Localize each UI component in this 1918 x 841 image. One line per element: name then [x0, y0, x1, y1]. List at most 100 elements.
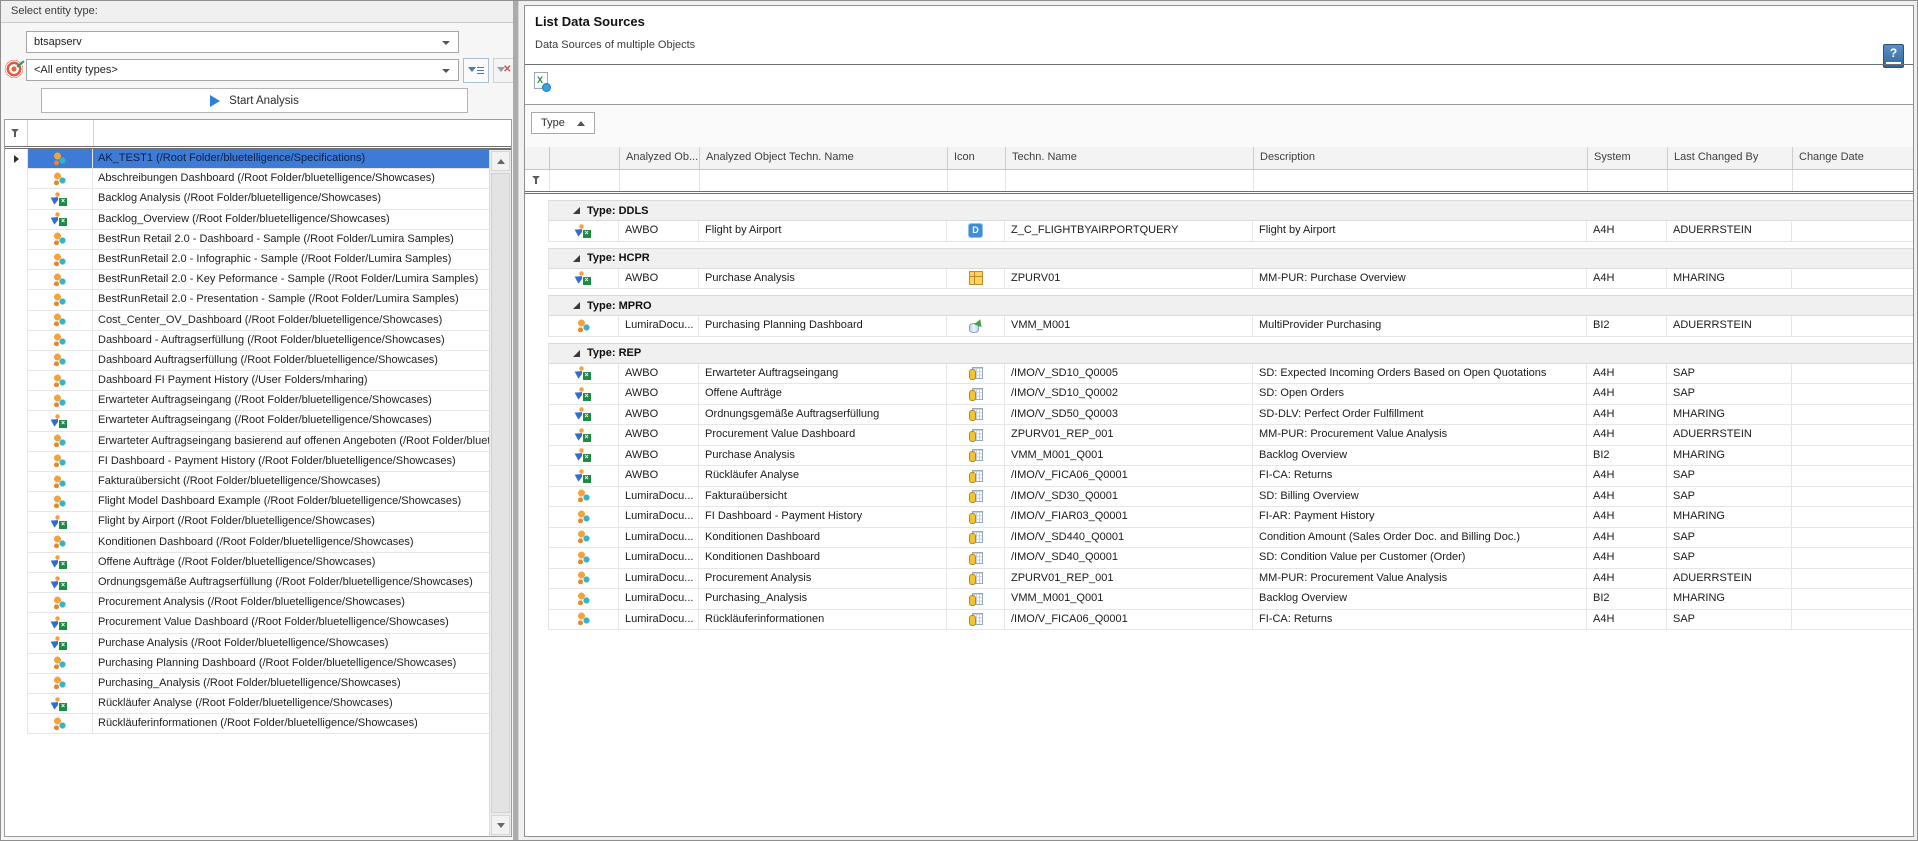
group-header-row[interactable]: Type: MPRO [525, 295, 1913, 316]
table-row[interactable]: AWBO Flight by Airport Z_C_FLIGHTBYAIRPO… [525, 221, 1913, 242]
entity-list-item[interactable]: Purchasing_Analysis (/Root Folder/bluete… [5, 674, 511, 694]
table-row[interactable]: AWBO Ordnungsgemäße Auftragserfüllung /I… [525, 405, 1913, 426]
entity-list-item[interactable]: Procurement Value Dashboard (/Root Folde… [5, 613, 511, 633]
filter-cell-icon[interactable] [28, 120, 94, 146]
entity-list-item[interactable]: Erwarteter Auftragseingang (/Root Folder… [5, 391, 511, 411]
table-row[interactable]: LumiraDocu... Konditionen Dashboard /IMO… [525, 528, 1913, 549]
entity-list-item[interactable]: AK_TEST1 (/Root Folder/bluetelligence/Sp… [5, 149, 511, 169]
cell-analyzed-object-name: Purchasing Planning Dashboard [699, 316, 947, 337]
group-header-row[interactable]: Type: REP [525, 343, 1913, 364]
entity-list-item[interactable]: Cost_Center_OV_Dashboard (/Root Folder/b… [5, 311, 511, 331]
entity-list-scrollbar[interactable] [489, 150, 511, 836]
cell-last-changed-by: MHARING [1667, 507, 1792, 528]
entity-list-item[interactable]: Erwarteter Auftragseingang (/Root Folder… [5, 411, 511, 431]
table-row[interactable]: AWBO Purchase Analysis VMM_M001_Q001 Bac… [525, 446, 1913, 467]
filter-cell[interactable] [1006, 170, 1254, 191]
entity-list-item[interactable]: Purchase Analysis (/Root Folder/bluetell… [5, 634, 511, 654]
group-header-row[interactable]: Type: HCPR [525, 248, 1913, 269]
column-header[interactable]: System [1588, 147, 1668, 169]
group-by-type-chip[interactable]: Type [531, 112, 595, 134]
column-header[interactable]: Description [1254, 147, 1588, 169]
filter-cell[interactable] [1793, 170, 1913, 191]
column-header[interactable]: Analyzed Ob... [620, 147, 700, 169]
group-by-panel[interactable]: Type [525, 105, 1913, 147]
table-filter-row[interactable] [525, 170, 1913, 191]
group-header-row[interactable]: Type: DDLS [525, 200, 1913, 221]
table-row[interactable]: LumiraDocu... Rückläuferinformationen /I… [525, 610, 1913, 631]
scroll-up-button[interactable] [491, 151, 510, 171]
table-row[interactable]: LumiraDocu... Procurement Analysis ZPURV… [525, 569, 1913, 590]
entity-list-item[interactable]: BestRunRetail 2.0 - Infographic - Sample… [5, 250, 511, 270]
filter-cell[interactable] [1668, 170, 1793, 191]
entity-list-item[interactable]: Purchasing Planning Dashboard (/Root Fol… [5, 654, 511, 674]
entity-list-item[interactable]: Backlog Analysis (/Root Folder/bluetelli… [5, 189, 511, 209]
filter-cell[interactable] [700, 170, 948, 191]
entity-list-item[interactable]: Erwarteter Auftragseingang basierend auf… [5, 432, 511, 452]
column-header[interactable] [550, 147, 620, 169]
row-indicator [5, 593, 28, 613]
filter-cell[interactable] [1588, 170, 1668, 191]
cell-analyzed-object: AWBO [619, 425, 699, 446]
row-indicator [525, 569, 549, 590]
entity-list-item[interactable]: FI Dashboard - Payment History (/Root Fo… [5, 452, 511, 472]
scroll-down-button[interactable] [491, 815, 510, 835]
entity-list-item[interactable]: Ordnungsgemäße Auftragserfüllung (/Root … [5, 573, 511, 593]
system-dropdown[interactable]: btsapserv [26, 31, 459, 53]
entity-list-item[interactable]: Flight by Airport (/Root Folder/bluetell… [5, 512, 511, 532]
entity-list-item[interactable]: Backlog_Overview (/Root Folder/bluetelli… [5, 210, 511, 230]
filter-settings-button[interactable] [463, 58, 489, 83]
start-analysis-button[interactable]: Start Analysis [41, 88, 468, 113]
column-header[interactable]: Change Date [1793, 147, 1913, 169]
filter-cell[interactable] [550, 170, 620, 191]
entity-label: FI Dashboard - Payment History (/Root Fo… [93, 452, 511, 471]
entity-list-item[interactable]: Abschreibungen Dashboard (/Root Folder/b… [5, 169, 511, 189]
entity-list-item[interactable]: Dashboard - Auftragserfüllung (/Root Fol… [5, 331, 511, 351]
entity-list-item[interactable]: BestRunRetail 2.0 - Presentation - Sampl… [5, 290, 511, 310]
clear-filter-button[interactable] [493, 58, 515, 83]
filter-cell[interactable] [620, 170, 700, 191]
table-row[interactable]: AWBO Procurement Value Dashboard ZPURV01… [525, 425, 1913, 446]
table-row[interactable]: AWBO Erwarteter Auftragseingang /IMO/V_S… [525, 364, 1913, 385]
table-row[interactable]: LumiraDocu... FI Dashboard - Payment His… [525, 507, 1913, 528]
table-row[interactable]: AWBO Purchase Analysis ZPURV01 MM-PUR: P… [525, 269, 1913, 290]
entity-list-item[interactable]: Konditionen Dashboard (/Root Folder/blue… [5, 533, 511, 553]
column-header[interactable]: Techn. Name [1006, 147, 1254, 169]
entity-list-item[interactable]: Rückläuferinformationen (/Root Folder/bl… [5, 714, 511, 734]
export-excel-icon[interactable] [533, 72, 551, 91]
table-row[interactable]: AWBO Offene Aufträge /IMO/V_SD10_Q0002 S… [525, 384, 1913, 405]
table-row[interactable]: LumiraDocu... Purchasing_Analysis VMM_M0… [525, 589, 1913, 610]
group-expand-icon[interactable] [573, 207, 580, 214]
filter-cell[interactable] [948, 170, 1006, 191]
group-expand-icon[interactable] [573, 302, 580, 309]
column-header[interactable]: Analyzed Object Techn. Name [700, 147, 948, 169]
entity-type-dropdown[interactable]: <All entity types> [26, 59, 459, 81]
entity-list-item[interactable]: BestRunRetail 2.0 - Key Peformance - Sam… [5, 270, 511, 290]
table-row[interactable]: LumiraDocu... Fakturaübersicht /IMO/V_SD… [525, 487, 1913, 508]
scrollbar-thumb[interactable] [491, 173, 510, 813]
entity-label: Dashboard - Auftragserfüllung (/Root Fol… [93, 331, 511, 350]
filter-cell[interactable] [1254, 170, 1588, 191]
entity-list-item[interactable]: Fakturaübersicht (/Root Folder/bluetelli… [5, 472, 511, 492]
entity-list-item[interactable]: Offene Aufträge (/Root Folder/bluetellig… [5, 553, 511, 573]
entity-list-item[interactable]: Dashboard FI Payment History (/User Fold… [5, 371, 511, 391]
column-header[interactable]: Icon [948, 147, 1006, 169]
cell-description: SD-DLV: Perfect Order Fulfillment [1253, 405, 1587, 426]
table-row[interactable]: LumiraDocu... Konditionen Dashboard /IMO… [525, 548, 1913, 569]
cell-description: FI-CA: Returns [1253, 610, 1587, 631]
group-expand-icon[interactable] [573, 255, 580, 262]
column-header[interactable]: Last Changed By [1668, 147, 1793, 169]
cell-change-date [1792, 384, 1913, 405]
table-row[interactable]: AWBO Rückläufer Analyse /IMO/V_FICA06_Q0… [525, 466, 1913, 487]
group-expand-icon[interactable] [573, 350, 580, 357]
entity-list-item[interactable]: BestRun Retail 2.0 - Dashboard - Sample … [5, 230, 511, 250]
analyzed-object-icon [577, 469, 591, 483]
entity-list-item[interactable]: Dashboard Auftragserfüllung (/Root Folde… [5, 351, 511, 371]
table-row[interactable]: LumiraDocu... Purchasing Planning Dashbo… [525, 316, 1913, 337]
entity-list-item[interactable]: Rückläufer Analyse (/Root Folder/bluetel… [5, 694, 511, 714]
entity-list-item[interactable]: Procurement Analysis (/Root Folder/bluet… [5, 593, 511, 613]
filter-cell-name[interactable] [94, 120, 511, 146]
panel-splitter[interactable] [513, 1, 519, 840]
entity-list-item[interactable]: Flight Model Dashboard Example (/Root Fo… [5, 492, 511, 512]
entity-list-filter-row[interactable] [5, 120, 511, 146]
cell-description: SD: Open Orders [1253, 384, 1587, 405]
